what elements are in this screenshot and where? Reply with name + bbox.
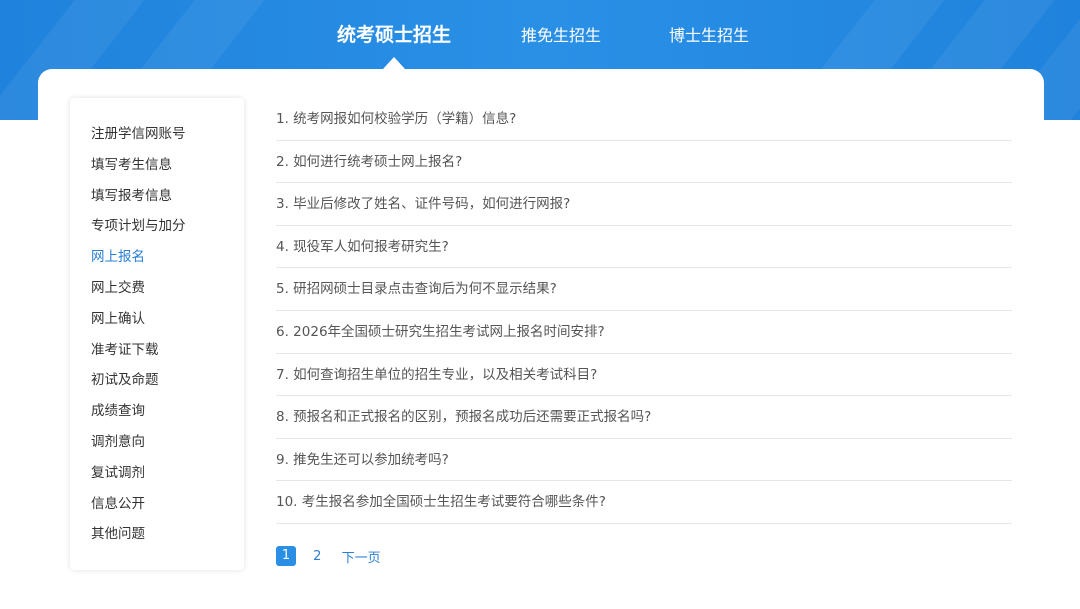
sidebar-item-admission-ticket[interactable]: 准考证下载 [70, 338, 244, 369]
sidebar-item-online-payment[interactable]: 网上交费 [70, 276, 244, 307]
faq-link[interactable]: 9. 推免生还可以参加统考吗? [276, 439, 1012, 482]
next-page-button[interactable]: 下一页 [342, 547, 381, 566]
faq-list: 1. 统考网报如何校验学历（学籍）信息? 2. 如何进行统考硕士网上报名? 3.… [276, 98, 1012, 524]
faq-link[interactable]: 1. 统考网报如何校验学历（学籍）信息? [276, 98, 1012, 141]
sidebar-item-application-info[interactable]: 填写报考信息 [70, 184, 244, 215]
sidebar-item-online-registration[interactable]: 网上报名 [70, 245, 244, 276]
sidebar-nav: 注册学信网账号 填写考生信息 填写报考信息 专项计划与加分 网上报名 网上交费 … [70, 98, 244, 570]
faq-link[interactable]: 6. 2026年全国硕士研究生招生考试网上报名时间安排? [276, 311, 1012, 354]
tab-doctoral[interactable]: 博士生招生 [669, 22, 749, 46]
sidebar-item-score-query[interactable]: 成绩查询 [70, 399, 244, 430]
tab-unified-master[interactable]: 统考硕士招生 [337, 20, 451, 47]
sidebar-item-exam-questions[interactable]: 初试及命题 [70, 368, 244, 399]
page-2-button[interactable]: 2 [313, 549, 321, 564]
sidebar-item-adjustment-intent[interactable]: 调剂意向 [70, 430, 244, 461]
tab-recommended[interactable]: 推免生招生 [521, 22, 601, 46]
sidebar-list: 注册学信网账号 填写考生信息 填写报考信息 专项计划与加分 网上报名 网上交费 … [70, 98, 244, 553]
page-1-button[interactable]: 1 [276, 546, 296, 566]
sidebar-item-candidate-info[interactable]: 填写考生信息 [70, 153, 244, 184]
pagination: 1 2 下一页 [276, 546, 381, 568]
faq-link[interactable]: 2. 如何进行统考硕士网上报名? [276, 141, 1012, 184]
sidebar-item-online-confirmation[interactable]: 网上确认 [70, 307, 244, 338]
sidebar-item-special-plans[interactable]: 专项计划与加分 [70, 214, 244, 245]
faq-link[interactable]: 5. 研招网硕士目录点击查询后为何不显示结果? [276, 268, 1012, 311]
faq-link[interactable]: 8. 预报名和正式报名的区别，预报名成功后还需要正式报名吗? [276, 396, 1012, 439]
active-tab-indicator [383, 57, 405, 69]
sidebar-item-retest-adjustment[interactable]: 复试调剂 [70, 461, 244, 492]
sidebar-item-other-questions[interactable]: 其他问题 [70, 522, 244, 553]
faq-link[interactable]: 10. 考生报名参加全国硕士生招生考试要符合哪些条件? [276, 481, 1012, 524]
faq-link[interactable]: 3. 毕业后修改了姓名、证件号码，如何进行网报? [276, 183, 1012, 226]
faq-link[interactable]: 4. 现役军人如何报考研究生? [276, 226, 1012, 269]
top-tabs: 统考硕士招生 推免生招生 博士生招生 [0, 0, 1080, 70]
faq-link[interactable]: 7. 如何查询招生单位的招生专业，以及相关考试科目? [276, 354, 1012, 397]
sidebar-item-register-account[interactable]: 注册学信网账号 [70, 122, 244, 153]
sidebar-item-info-disclosure[interactable]: 信息公开 [70, 492, 244, 523]
